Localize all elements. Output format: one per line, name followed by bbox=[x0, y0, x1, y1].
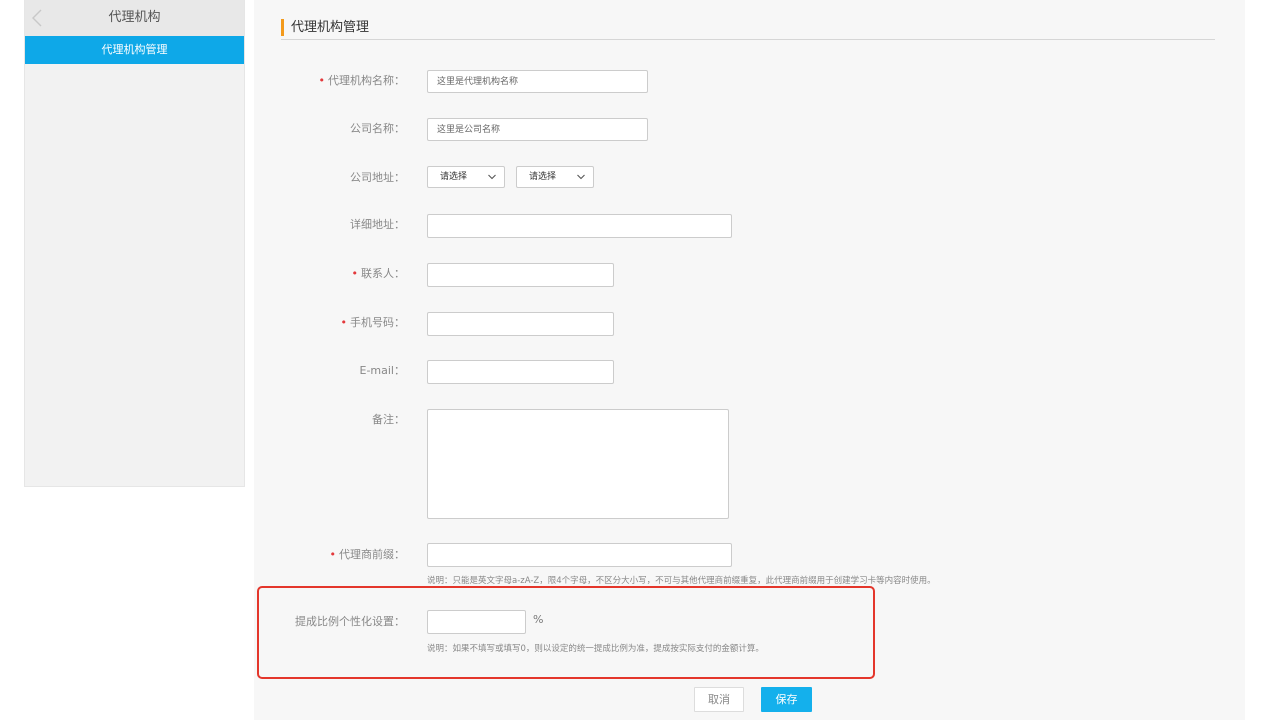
contact-label-text: 联系人： bbox=[361, 267, 405, 280]
save-button[interactable]: 保存 bbox=[761, 687, 812, 712]
prefix-label-text: 代理商前缀： bbox=[339, 548, 405, 561]
chevron-down-icon bbox=[576, 167, 586, 187]
page-header: 代理机构管理 bbox=[281, 16, 1215, 40]
detail-address-label: 详细地址： bbox=[350, 218, 405, 231]
detail-address-input[interactable] bbox=[427, 214, 732, 238]
province-select-value: 请选择 bbox=[440, 172, 468, 182]
remark-label: 备注： bbox=[372, 413, 405, 426]
page-title: 代理机构管理 bbox=[291, 20, 370, 35]
prefix-label: • 代理商前缀： bbox=[205, 547, 406, 563]
company-name-label: 公司名称： bbox=[350, 122, 405, 135]
contact-input[interactable] bbox=[427, 263, 614, 287]
sidebar-title: 代理机构 bbox=[108, 10, 161, 25]
phone-label-text: 手机号码： bbox=[350, 316, 405, 329]
remark-textarea[interactable] bbox=[427, 409, 729, 519]
required-mark: • bbox=[340, 316, 348, 329]
agency-name-input[interactable] bbox=[427, 70, 648, 93]
sidebar-header: 代理机构 bbox=[25, 0, 244, 36]
highlight-annotation-box bbox=[257, 586, 875, 679]
company-address-label: 公司地址： bbox=[350, 171, 405, 184]
agency-name-label: • 代理机构名称： bbox=[205, 73, 406, 89]
province-select[interactable]: 请选择 bbox=[427, 166, 505, 188]
company-name-input[interactable] bbox=[427, 118, 648, 141]
contact-label: • 联系人： bbox=[205, 266, 406, 282]
email-label: E-mail： bbox=[359, 364, 406, 377]
email-input[interactable] bbox=[427, 360, 614, 384]
required-mark: • bbox=[318, 74, 326, 87]
phone-input[interactable] bbox=[427, 312, 614, 336]
city-select-value: 请选择 bbox=[529, 172, 557, 182]
chevron-down-icon bbox=[487, 167, 497, 187]
city-select[interactable]: 请选择 bbox=[516, 166, 594, 188]
required-mark: • bbox=[351, 267, 359, 280]
sidebar-item-agency-management[interactable]: 代理机构管理 bbox=[25, 36, 244, 64]
prefix-input[interactable] bbox=[427, 543, 732, 567]
agency-name-label-text: 代理机构名称： bbox=[328, 74, 405, 87]
phone-label: • 手机号码： bbox=[205, 315, 406, 331]
required-mark: • bbox=[329, 548, 337, 561]
cancel-button[interactable]: 取消 bbox=[694, 687, 744, 712]
title-accent-bar bbox=[281, 19, 284, 36]
